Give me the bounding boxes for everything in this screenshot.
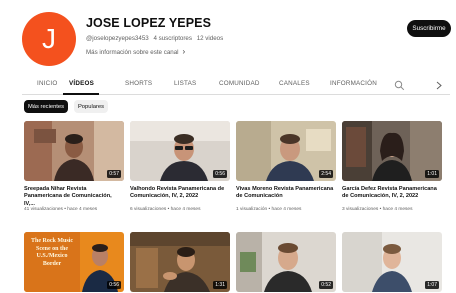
video-duration: 0:56 xyxy=(213,170,227,178)
search-icon[interactable] xyxy=(394,78,405,96)
channel-avatar[interactable]: J xyxy=(22,12,76,66)
tab-canales[interactable]: CANALES xyxy=(279,80,310,87)
video-thumbnail[interactable]: 1:01 xyxy=(342,121,442,181)
channel-tabs: INICIO VÍDEOS SHORTS LISTAS COMUNIDAD CA… xyxy=(22,74,450,95)
video-title[interactable]: Sreepada Nihar Revista Panamericana de C… xyxy=(24,186,124,208)
subscribe-button[interactable]: Suscribirme xyxy=(407,20,451,37)
video-title[interactable]: Valhondo Revista Panamericana de Comunic… xyxy=(130,186,230,201)
video-duration: 0:57 xyxy=(107,170,121,178)
video-thumbnail[interactable]: 0:57 xyxy=(24,121,124,181)
chevron-right-icon[interactable] xyxy=(435,78,443,96)
video-thumbnail[interactable]: The Rock Music Scene on the U.S./Mexico … xyxy=(24,232,124,292)
video-thumbnail[interactable]: 1:31 xyxy=(130,232,230,292)
avatar-letter: J xyxy=(42,23,56,54)
chip-popular[interactable]: Populares xyxy=(74,100,108,113)
video-meta: 1 visualización • hace 4 meses xyxy=(236,207,302,212)
tab-listas[interactable]: LISTAS xyxy=(174,80,196,87)
video-thumbnail[interactable]: 0:52 xyxy=(236,232,336,292)
tab-shorts[interactable]: SHORTS xyxy=(125,80,152,87)
video-title[interactable]: Vivas Moreno Revista Panamericana de Com… xyxy=(236,186,336,201)
video-count: 12 videos xyxy=(196,35,224,42)
video-duration: 0:52 xyxy=(319,281,333,289)
video-duration: 0:56 xyxy=(107,281,121,289)
video-title[interactable]: García Defez Revista Panamericana de Com… xyxy=(342,186,442,201)
video-duration: 1:07 xyxy=(425,281,439,289)
video-duration: 1:01 xyxy=(425,170,439,178)
subscriber-count: 4 suscriptores xyxy=(153,35,192,42)
more-info-link[interactable]: Más información sobre este canal › xyxy=(86,47,185,56)
video-thumbnail[interactable]: 1:07 xyxy=(342,232,442,292)
thumbnail-title-text: The Rock Music Scene on the U.S./Mexico … xyxy=(31,238,73,267)
video-meta: 3 visualizaciones • hace 4 meses xyxy=(342,207,413,212)
video-thumbnail[interactable]: 2:54 xyxy=(236,121,336,181)
channel-handle: @joselopezyepes3453 xyxy=(86,35,149,42)
video-meta: 6 visualizaciones • hace 4 meses xyxy=(130,207,201,212)
tab-videos[interactable]: VÍDEOS xyxy=(69,80,94,87)
tab-inicio[interactable]: INICIO xyxy=(37,80,57,87)
tab-informacion[interactable]: INFORMACIÓN xyxy=(330,80,377,87)
chevron-right-icon: › xyxy=(182,47,186,56)
chip-most-recent[interactable]: Más recientes xyxy=(24,100,68,113)
channel-meta: @joselopezyepes3453 4 suscriptores 12 vi… xyxy=(86,35,226,42)
video-meta: 41 visualizaciones • hace 4 meses xyxy=(24,207,98,212)
video-duration: 2:54 xyxy=(319,170,333,178)
tab-comunidad[interactable]: COMUNIDAD xyxy=(219,80,260,87)
active-tab-indicator xyxy=(63,93,99,95)
channel-header: J JOSE LOPEZ YEPES @joselopezyepes3453 4… xyxy=(22,10,452,68)
video-duration: 1:31 xyxy=(213,281,227,289)
more-info-label: Más información sobre este canal xyxy=(86,49,179,56)
video-thumbnail[interactable]: 0:56 xyxy=(130,121,230,181)
channel-name: JOSE LOPEZ YEPES xyxy=(86,16,212,30)
